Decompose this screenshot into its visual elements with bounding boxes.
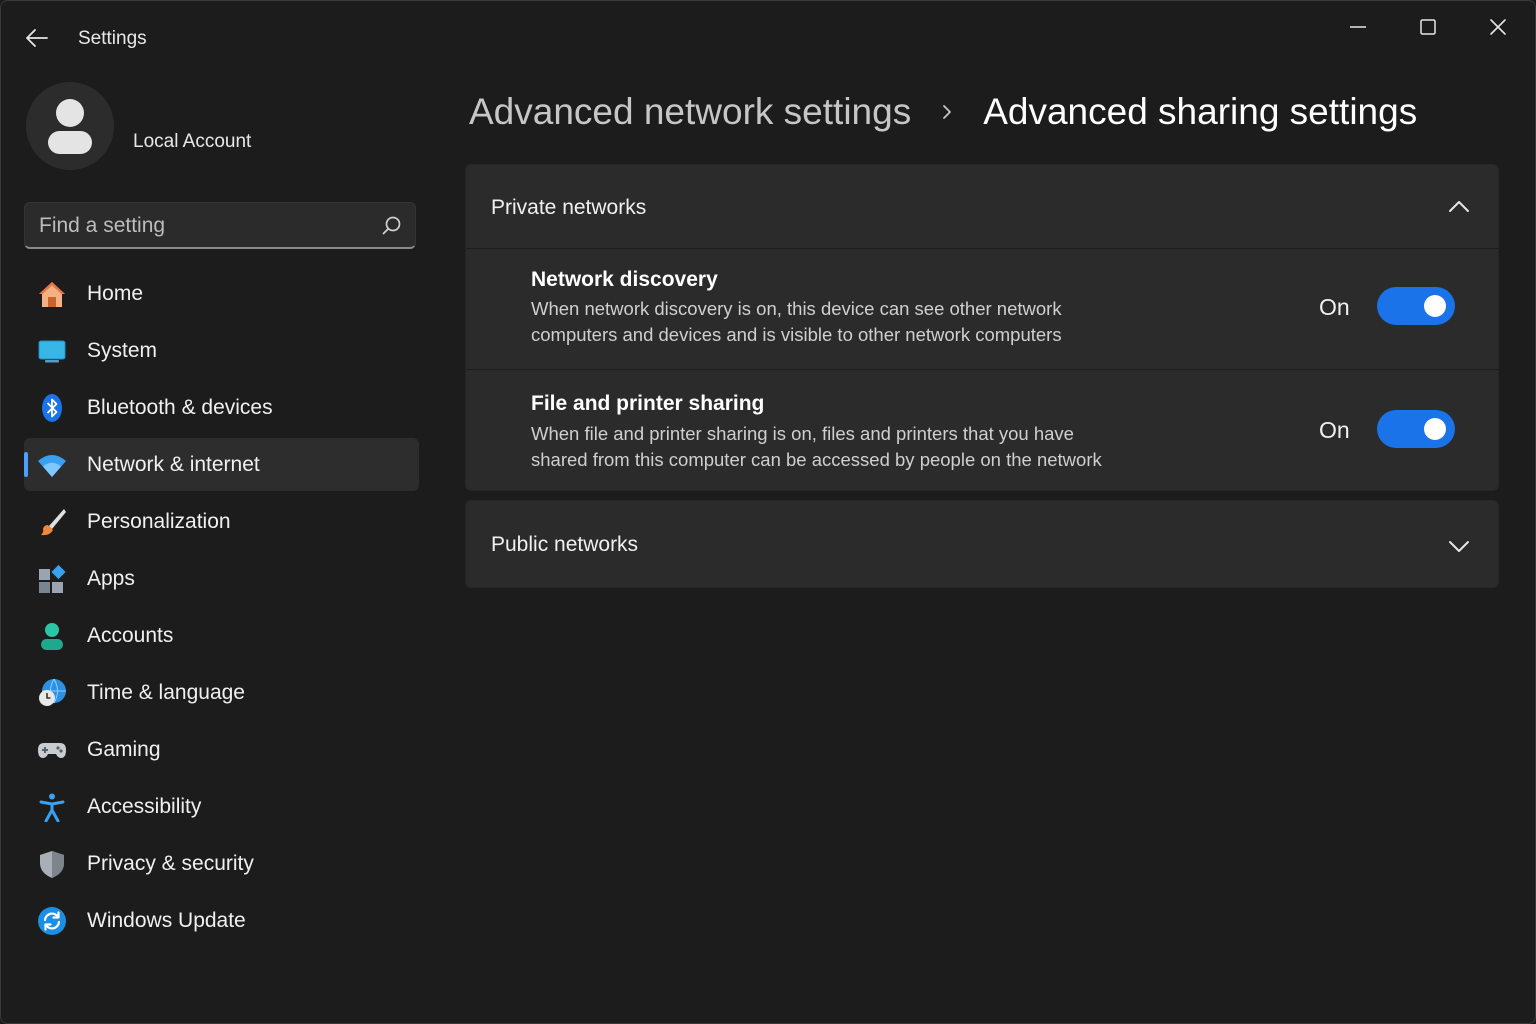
- section-title: Private networks: [491, 196, 647, 219]
- minimize-button[interactable]: [1335, 9, 1381, 45]
- maximize-icon: [1420, 19, 1436, 35]
- close-button[interactable]: [1475, 9, 1521, 45]
- sidebar-item-label: Gaming: [87, 738, 161, 761]
- file-printer-sharing-row: File and printer sharing When file and p…: [466, 370, 1498, 490]
- section-title: Public networks: [491, 533, 639, 556]
- accessibility-icon: [39, 793, 65, 822]
- description-line: shared from this computer can be accesse…: [531, 449, 1102, 470]
- breadcrumb-parent-link[interactable]: Advanced network settings: [469, 91, 911, 133]
- description-line: computers and devices and is visible to …: [531, 324, 1062, 345]
- sidebar-item-time-language[interactable]: Time & language: [24, 666, 419, 719]
- account-name: Local Account: [133, 131, 252, 152]
- breadcrumb: Advanced network settings Advanced shari…: [469, 87, 1417, 137]
- breadcrumb-separator: [941, 102, 953, 122]
- sidebar-item-home[interactable]: Home: [24, 267, 419, 320]
- search-box[interactable]: [24, 202, 416, 249]
- selection-indicator: [24, 452, 28, 477]
- network-discovery-toggle[interactable]: [1377, 287, 1455, 325]
- settings-window: Settings Local Account Find a setting Ho…: [0, 0, 1536, 1024]
- toggle-state-label: On: [1319, 417, 1350, 443]
- sidebar-item-label: Network & internet: [87, 453, 260, 476]
- sidebar-item-label: Home: [87, 282, 144, 305]
- system-icon: [38, 340, 66, 363]
- public-networks-section[interactable]: Public networks: [465, 500, 1499, 588]
- update-icon: [38, 907, 66, 935]
- sidebar-item-label: Windows Update: [87, 909, 246, 932]
- setting-description: When file and printer sharing is on, fil…: [531, 421, 1151, 473]
- network-discovery-row: Network discovery When network discovery…: [466, 249, 1498, 369]
- wifi-icon: [38, 455, 66, 477]
- close-icon: [1490, 19, 1506, 35]
- sidebar-item-label: Privacy & security: [87, 852, 254, 875]
- shield-icon: [40, 851, 64, 878]
- sidebar-item-label: Accounts: [87, 624, 174, 647]
- sidebar-item-personalization[interactable]: Personalization: [24, 495, 419, 548]
- brush-icon: [41, 509, 66, 536]
- bluetooth-icon: [42, 394, 62, 422]
- toggle-knob: [1424, 418, 1446, 440]
- file-printer-sharing-toggle[interactable]: [1377, 410, 1455, 448]
- maximize-button[interactable]: [1405, 9, 1451, 45]
- setting-title: File and printer sharing: [531, 392, 765, 415]
- search-icon: [382, 216, 401, 235]
- search-input[interactable]: [39, 211, 369, 241]
- sidebar-item-windows-update[interactable]: Windows Update: [24, 894, 419, 947]
- sidebar-item-label: Bluetooth & devices: [87, 396, 273, 419]
- sidebar-item-label: Personalization: [87, 510, 231, 533]
- sidebar-item-accounts[interactable]: Accounts: [24, 609, 419, 662]
- description-line: When file and printer sharing is on, fil…: [531, 423, 1074, 444]
- sidebar-item-gaming[interactable]: Gaming: [24, 723, 419, 776]
- gamepad-icon: [38, 743, 66, 758]
- sidebar-item-accessibility[interactable]: Accessibility: [24, 780, 419, 833]
- page-title: Advanced sharing settings: [983, 91, 1418, 132]
- description-line: When network discovery is on, this devic…: [531, 298, 1062, 319]
- account-icon: [41, 623, 63, 650]
- setting-title: Network discovery: [531, 268, 718, 291]
- toggle-state-label: On: [1319, 294, 1350, 320]
- setting-description: When network discovery is on, this devic…: [531, 296, 1151, 348]
- chevron-down-icon[interactable]: [1446, 533, 1472, 559]
- sidebar-item-apps[interactable]: Apps: [24, 552, 419, 605]
- home-icon: [39, 282, 65, 307]
- sidebar-item-network[interactable]: Network & internet: [24, 438, 419, 491]
- sidebar-nav: Home System Bluetooth & devices Network: [24, 267, 419, 951]
- back-arrow-icon: [26, 29, 48, 47]
- sidebar-item-privacy-security[interactable]: Privacy & security: [24, 837, 419, 890]
- back-button[interactable]: [19, 21, 55, 55]
- chevron-right-icon: [943, 105, 952, 119]
- apps-icon: [39, 564, 66, 593]
- minimize-icon: [1350, 26, 1366, 28]
- title-bar: Settings: [1, 1, 1535, 73]
- chevron-up-icon[interactable]: [1446, 194, 1472, 220]
- private-networks-header[interactable]: Private networks: [466, 165, 1498, 248]
- toggle-knob: [1424, 295, 1446, 317]
- sidebar-item-label: Time & language: [87, 681, 245, 704]
- sidebar-item-label: System: [87, 339, 158, 362]
- app-title: Settings: [78, 28, 147, 49]
- globe-clock-icon: [39, 678, 66, 706]
- user-icon: [48, 99, 92, 154]
- sidebar-item-bluetooth[interactable]: Bluetooth & devices: [24, 381, 419, 434]
- sidebar-item-label: Apps: [87, 567, 135, 590]
- private-networks-section: Private networks Network discovery When …: [465, 164, 1499, 491]
- sidebar-item-label: Accessibility: [87, 795, 202, 818]
- avatar[interactable]: [26, 82, 114, 170]
- sidebar-item-system[interactable]: System: [24, 324, 419, 377]
